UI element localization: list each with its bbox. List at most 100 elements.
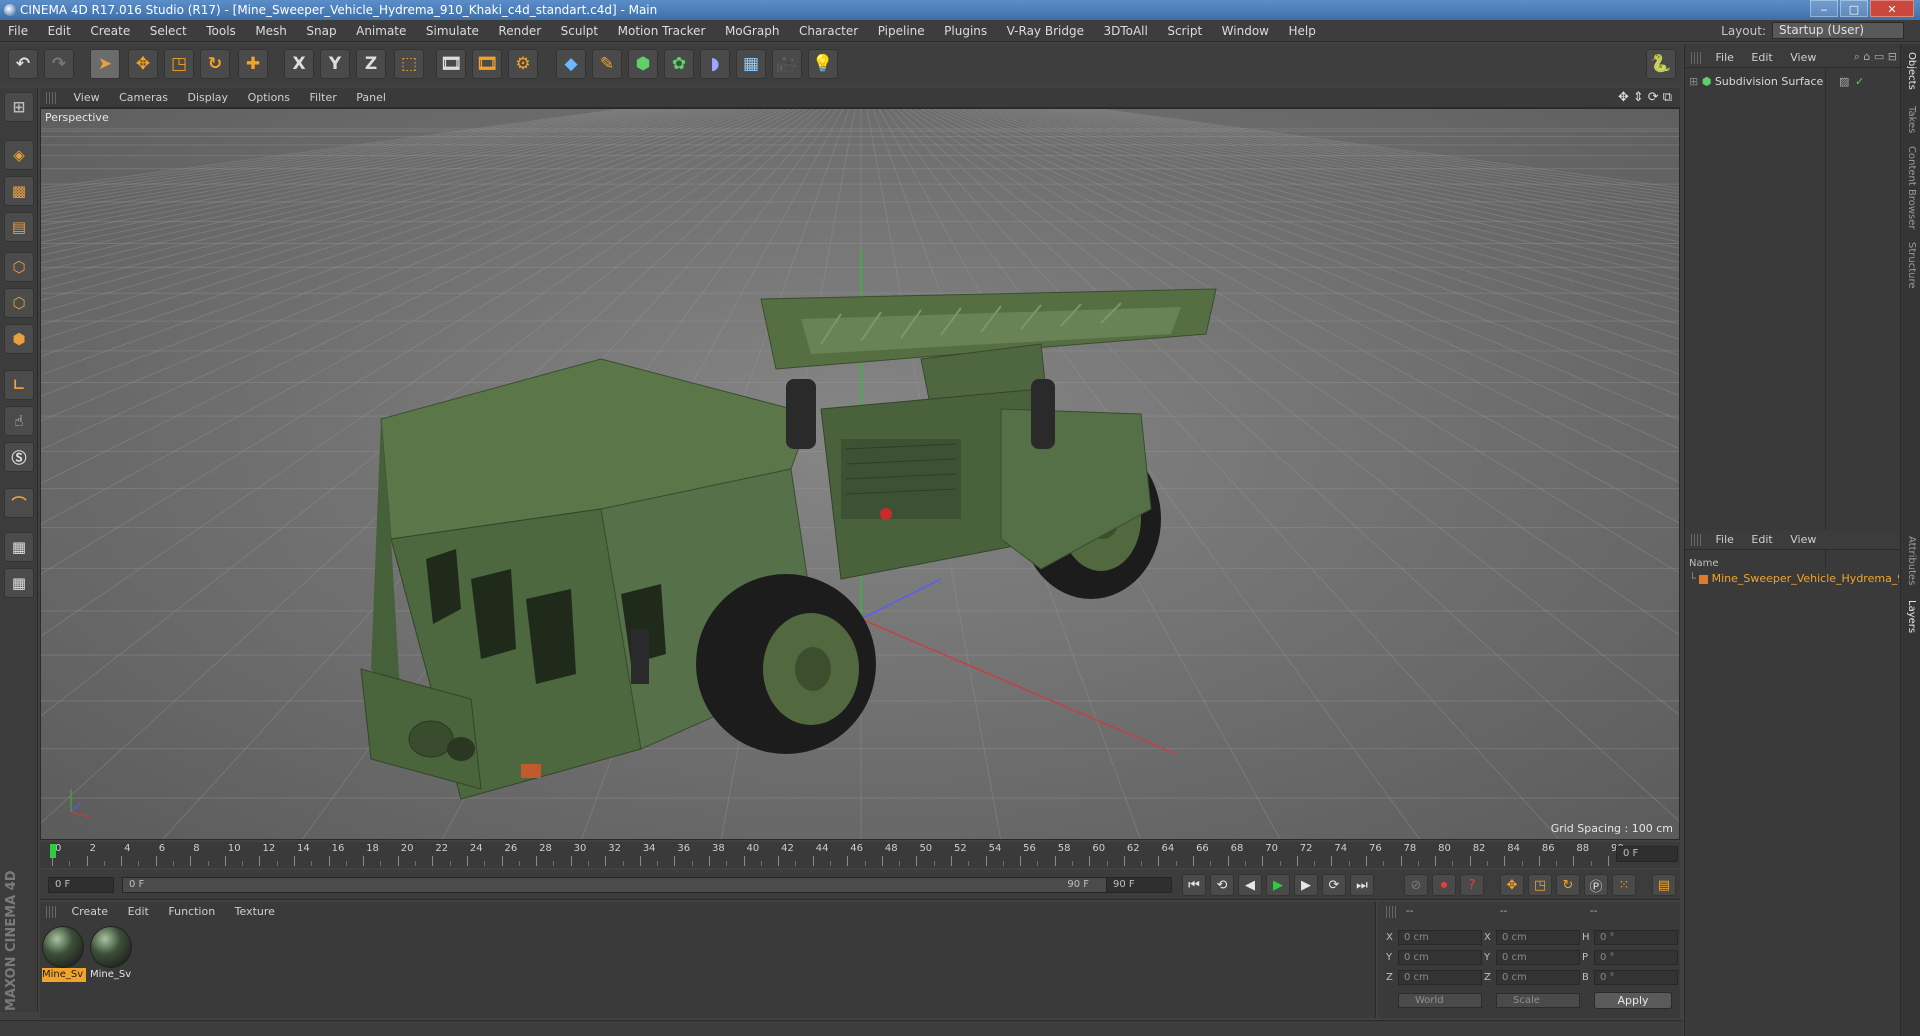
material-menu-edit[interactable]: Edit: [120, 902, 157, 922]
objects-menu-edit[interactable]: Edit: [1744, 48, 1779, 68]
axis-mode-icon[interactable]: ∟: [4, 370, 34, 400]
go-to-end-icon[interactable]: ⏭: [1350, 874, 1374, 896]
menu-edit[interactable]: Edit: [40, 20, 79, 42]
end-frame-field[interactable]: 90 F: [1106, 877, 1172, 893]
timeline-ruler[interactable]: 0 2 4 6 8 10 12 14 16 18 20 22 24 26 28 30 32 34 36 38 40 42 4…: [40, 842, 1680, 868]
enabled-check-icon[interactable]: ✓: [1855, 74, 1864, 90]
tab-layers[interactable]: Layers: [1906, 600, 1917, 633]
layer-row[interactable]: └ Mine_Sweeper_Vehicle_Hydrema_910_Khaki: [1689, 572, 1899, 585]
render-picture-viewer-icon[interactable]: 🎞: [472, 49, 502, 79]
transform-icon[interactable]: ✚: [238, 49, 268, 79]
minimize-button[interactable]: ‒: [1810, 0, 1838, 17]
zoom-icon[interactable]: ⇕: [1633, 90, 1644, 105]
size-y-field[interactable]: 0 cm: [1496, 950, 1580, 965]
polygons-mode-icon[interactable]: ⬢: [4, 324, 34, 354]
make-editable-icon[interactable]: ⊞: [4, 92, 34, 122]
light-icon[interactable]: 💡: [808, 49, 838, 79]
menu-animate[interactable]: Animate: [348, 20, 414, 42]
python-icon[interactable]: 🐍: [1646, 49, 1676, 79]
render-view-icon[interactable]: 🎞: [436, 49, 466, 79]
tab-content-browser[interactable]: Content Browser: [1906, 146, 1917, 229]
viewport-menu-panel[interactable]: Panel: [348, 88, 394, 108]
edges-mode-icon[interactable]: ⬡: [4, 288, 34, 318]
pos-y-field[interactable]: 0 cm: [1398, 950, 1482, 965]
keyframe-selection-icon[interactable]: ?: [1460, 874, 1484, 896]
points-mode-icon[interactable]: ⬡: [4, 252, 34, 282]
range-slider[interactable]: 0 F 90 F: [122, 877, 1110, 893]
menu-sculpt[interactable]: Sculpt: [553, 20, 606, 42]
redo-icon[interactable]: ↷: [44, 49, 74, 79]
deformer-icon[interactable]: ◗: [700, 49, 730, 79]
pan-icon[interactable]: ✥: [1618, 90, 1629, 105]
scale-icon[interactable]: ◳: [164, 49, 194, 79]
model-mode-icon[interactable]: ◈: [4, 140, 34, 170]
rotate-icon[interactable]: ↻: [200, 49, 230, 79]
layers-menu-view[interactable]: View: [1783, 530, 1823, 550]
texture-mode-icon[interactable]: ▩: [4, 176, 34, 206]
subdivision-icon[interactable]: ⬢: [628, 49, 658, 79]
start-frame-field[interactable]: 0 F: [48, 877, 114, 893]
select-arrow-icon[interactable]: ➤: [90, 49, 120, 79]
menu-mesh[interactable]: Mesh: [247, 20, 295, 42]
previous-frame-icon[interactable]: ◀: [1238, 874, 1262, 896]
menu-tools[interactable]: Tools: [198, 20, 244, 42]
cube-icon[interactable]: ◆: [556, 49, 586, 79]
key-pla-icon[interactable]: ⁙: [1612, 874, 1636, 896]
material-menu-texture[interactable]: Texture: [227, 902, 283, 922]
search-icon[interactable]: ⌕ ⌂ ▭ ⊟: [1854, 50, 1897, 64]
grip-icon[interactable]: [46, 906, 56, 918]
viewport-menu-view[interactable]: View: [66, 88, 108, 108]
coordinate-system-icon[interactable]: ⬚: [394, 49, 424, 79]
expand-icon[interactable]: ⊞: [1689, 75, 1698, 88]
viewport-menu-filter[interactable]: Filter: [302, 88, 345, 108]
cloner-icon[interactable]: ✿: [664, 49, 694, 79]
next-key-icon[interactable]: ⟳: [1322, 874, 1346, 896]
go-to-start-icon[interactable]: ⏮: [1182, 874, 1206, 896]
menu-pipeline[interactable]: Pipeline: [870, 20, 933, 42]
key-scale-icon[interactable]: ◳: [1528, 874, 1552, 896]
tab-attributes[interactable]: Attributes: [1906, 536, 1917, 585]
orbit-icon[interactable]: ⟳: [1648, 90, 1659, 105]
menu-script[interactable]: Script: [1159, 20, 1210, 42]
menu-file[interactable]: File: [0, 20, 36, 42]
play-icon[interactable]: ▶: [1266, 874, 1290, 896]
grip-icon[interactable]: [1691, 534, 1701, 546]
object-row-subdivision-surface[interactable]: ⊞ ⬢ Subdivision Surface ▨ ✓: [1689, 74, 1897, 90]
size-x-field[interactable]: 0 cm: [1496, 930, 1580, 945]
menu-3dtoall[interactable]: 3DToAll: [1095, 20, 1155, 42]
pos-z-field[interactable]: 0 cm: [1398, 970, 1482, 985]
axis-y-button[interactable]: Y: [320, 49, 350, 79]
size-z-field[interactable]: 0 cm: [1496, 970, 1580, 985]
next-frame-icon[interactable]: ▶: [1294, 874, 1318, 896]
timeline-window-icon[interactable]: ▤: [1652, 874, 1676, 896]
apply-button[interactable]: Apply: [1594, 992, 1672, 1009]
rot-p-field[interactable]: 0 °: [1594, 950, 1678, 965]
render-settings-icon[interactable]: ⚙: [508, 49, 538, 79]
perspective-viewport[interactable]: Perspective Grid Spacing : 100 cm: [40, 108, 1680, 840]
grip-icon[interactable]: [46, 92, 56, 104]
layout-select[interactable]: Startup (User): [1772, 22, 1904, 39]
menu-help[interactable]: Help: [1280, 20, 1323, 42]
pos-x-field[interactable]: 0 cm: [1398, 930, 1482, 945]
objects-menu-view[interactable]: View: [1783, 48, 1823, 68]
menu-plugins[interactable]: Plugins: [936, 20, 995, 42]
maximize-view-icon[interactable]: ⧉: [1663, 90, 1672, 105]
autokey-icon[interactable]: ⏺: [1432, 874, 1456, 896]
menu-render[interactable]: Render: [490, 20, 549, 42]
maximize-button[interactable]: □: [1840, 0, 1868, 17]
menu-select[interactable]: Select: [142, 20, 195, 42]
move-icon[interactable]: ✥: [128, 49, 158, 79]
playhead[interactable]: [50, 844, 56, 858]
menu-character[interactable]: Character: [791, 20, 866, 42]
key-position-icon[interactable]: ✥: [1500, 874, 1524, 896]
tab-structure[interactable]: Structure: [1906, 242, 1917, 289]
menu-mograph[interactable]: MoGraph: [717, 20, 788, 42]
current-frame-field[interactable]: 0 F: [1616, 846, 1678, 862]
rot-b-field[interactable]: 0 °: [1594, 970, 1678, 985]
menu-window[interactable]: Window: [1214, 20, 1277, 42]
workplane-icon[interactable]: ▤: [4, 212, 34, 242]
grip-icon[interactable]: [1386, 906, 1396, 918]
material-menu-create[interactable]: Create: [64, 902, 117, 922]
viewport-menu-options[interactable]: Options: [240, 88, 298, 108]
menu-simulate[interactable]: Simulate: [418, 20, 487, 42]
